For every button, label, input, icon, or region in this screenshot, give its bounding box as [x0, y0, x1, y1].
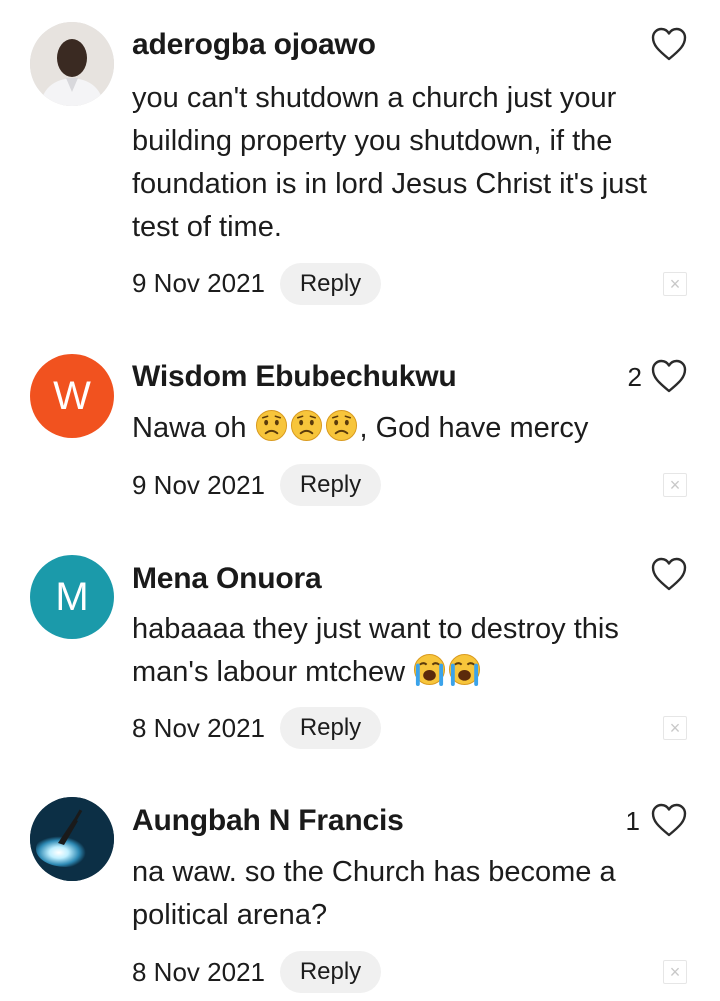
worried-face-emoji — [255, 409, 287, 442]
worried-face-emoji — [325, 409, 357, 442]
spotlight-avatar-icon — [30, 797, 114, 881]
comment-item: W Wisdom Ebubechukwu 2 Nawa oh , God hav… — [0, 330, 720, 550]
comment-text-line: na waw. so the Church has become a — [132, 856, 616, 888]
avatar[interactable] — [30, 797, 114, 881]
like-heart-icon[interactable] — [650, 26, 688, 62]
like-heart-icon[interactable] — [650, 556, 688, 592]
avatar[interactable]: W — [30, 354, 114, 438]
comment-text-line: building property you shutdown, if the — [132, 125, 613, 157]
user-photo-icon — [30, 22, 114, 106]
like-heart-icon[interactable] — [650, 358, 688, 394]
comment-item: M Mena Onuora habaaaa they just want to … — [0, 550, 720, 790]
avatar-letter: M — [55, 574, 89, 619]
comment-text: Nawa oh , God have mercy — [132, 407, 677, 450]
comment-text-line: political arena? — [132, 899, 328, 931]
comment-item: aderogba ojoawo you can't shutdown a chu… — [0, 0, 720, 330]
avatar[interactable]: M — [30, 555, 114, 639]
worried-face-emoji — [290, 409, 322, 442]
reply-button[interactable]: Reply — [280, 951, 381, 993]
reply-button[interactable]: Reply — [280, 707, 381, 749]
comment-author[interactable]: Wisdom Ebubechukwu — [132, 360, 457, 394]
comment-text-line: you can't shutdown a church just your — [132, 82, 617, 114]
like-count: 2 — [627, 362, 642, 392]
comment-date: 8 Nov 2021 — [132, 713, 265, 743]
loudly-crying-face-emoji — [449, 653, 481, 686]
comment-item: Aungbah N Francis 1 na waw. so the Churc… — [0, 790, 720, 1001]
like-heart-icon[interactable] — [650, 802, 688, 838]
close-icon[interactable]: × — [663, 716, 687, 740]
close-icon[interactable]: × — [663, 473, 687, 497]
comment-text-line: habaaaa they just want to destroy this — [132, 613, 619, 645]
comment-author[interactable]: Mena Onuora — [132, 562, 322, 596]
like-count: 1 — [625, 806, 640, 836]
comment-text: na waw. so the Church has become a polit… — [132, 851, 677, 937]
loudly-crying-face-emoji — [414, 653, 446, 686]
reply-button[interactable]: Reply — [280, 464, 381, 506]
close-icon[interactable]: × — [663, 272, 687, 296]
comment-text-line: man's labour mtchew — [132, 651, 677, 694]
comment-text-line: test of time. — [132, 211, 282, 243]
comment-text: habaaaa they just want to destroy this m… — [132, 608, 677, 694]
comment-date: 9 Nov 2021 — [132, 268, 265, 298]
comment-text-suffix: , God have mercy — [359, 412, 589, 444]
comment-author[interactable]: Aungbah N Francis — [132, 804, 404, 838]
reply-button[interactable]: Reply — [280, 263, 381, 305]
comment-text-line: foundation is in lord Jesus Christ it's … — [132, 168, 647, 200]
comment-author[interactable]: aderogba ojoawo — [132, 28, 376, 62]
avatar-letter: W — [53, 373, 91, 418]
close-icon[interactable]: × — [663, 960, 687, 984]
comment-text-prefix: Nawa oh — [132, 412, 255, 444]
comment-text: you can't shutdown a church just your bu… — [132, 77, 677, 249]
comment-date: 9 Nov 2021 — [132, 470, 265, 500]
avatar[interactable] — [30, 22, 114, 106]
comment-date: 8 Nov 2021 — [132, 957, 265, 987]
comment-text-prefix: man's labour mtchew — [132, 656, 414, 688]
